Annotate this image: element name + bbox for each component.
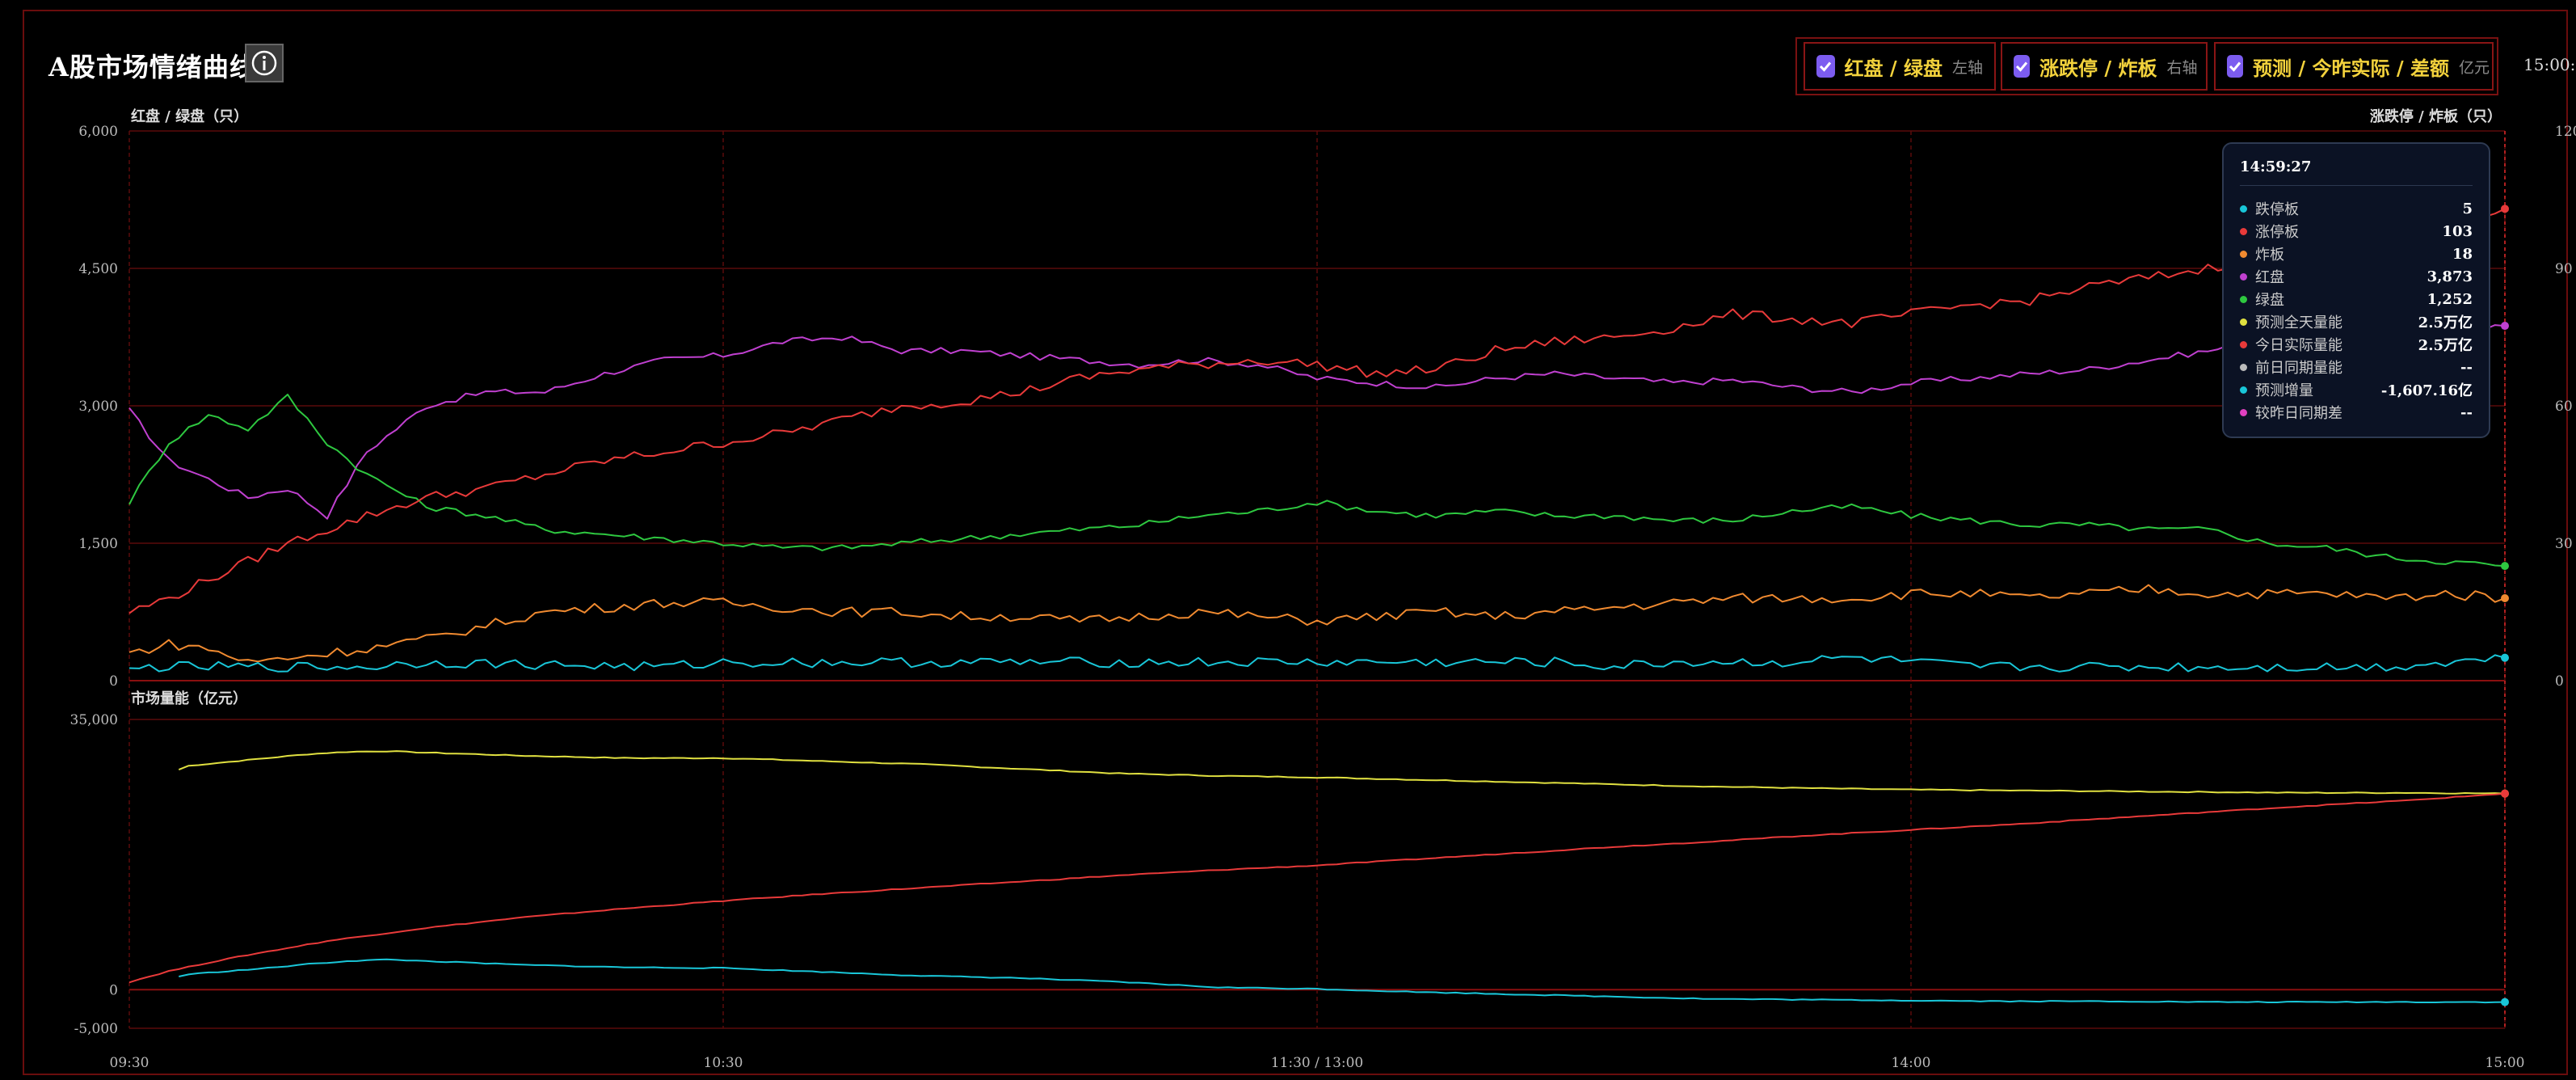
- tooltip-series-name: 红盘: [2255, 269, 2284, 286]
- tooltip-row: 跌停板 5: [2240, 197, 2473, 220]
- series-line-bottom-2: [179, 958, 2506, 1004]
- y-tick-label: 1,500: [78, 536, 118, 552]
- tooltip-series-value: 3,873: [2427, 268, 2473, 285]
- series-endpoint-top-3: [2501, 594, 2509, 602]
- tooltip-series-value: --: [2460, 358, 2473, 376]
- tooltip-series-name: 预测全天量能: [2255, 314, 2342, 331]
- y2-axis-title: 涨跌停 / 炸板（只）: [2370, 108, 2502, 125]
- x-tick-label: 14:00: [1892, 1055, 1931, 1071]
- series-endpoint-bottom-2: [2501, 998, 2509, 1006]
- tooltip-series-value: --: [2460, 403, 2473, 421]
- y-axis-title: 市场量能（亿元）: [131, 690, 247, 707]
- tooltip-row: 炸板 18: [2240, 243, 2473, 265]
- tooltip-row: 绿盘 1,252: [2240, 288, 2473, 310]
- tooltip-row: 涨停板 103: [2240, 220, 2473, 243]
- tooltip-series-value: 2.5万亿: [2418, 314, 2473, 331]
- series-endpoint-top-0: [2501, 322, 2509, 331]
- series-dot-icon: [2240, 295, 2247, 303]
- tooltip-series-name: 今日实际量能: [2255, 337, 2342, 354]
- tooltip-row: 红盘 3,873: [2240, 265, 2473, 288]
- y-tick-label: 35,000: [70, 712, 118, 728]
- y2-tick-label: 0: [2555, 673, 2564, 690]
- y-tick-label: 4,500: [78, 261, 118, 277]
- y-tick-label: 3,000: [78, 399, 118, 415]
- series-dot-icon: [2240, 363, 2247, 371]
- tooltip-series-value: 2.5万亿: [2418, 337, 2473, 354]
- series-dot-icon: [2240, 227, 2247, 235]
- y2-tick-label: 60: [2555, 399, 2573, 415]
- tooltip-row: 今日实际量能 2.5万亿: [2240, 333, 2473, 356]
- series-dot-icon: [2240, 408, 2247, 416]
- y-tick-label: 6,000: [78, 124, 118, 140]
- series-endpoint-top-2: [2501, 205, 2509, 213]
- series-dot-icon: [2240, 205, 2247, 213]
- tooltip-series-name: 跌停板: [2255, 201, 2299, 218]
- series-dot-icon: [2240, 250, 2247, 258]
- series-dot-icon: [2240, 340, 2247, 348]
- series-endpoint-top-1: [2501, 562, 2509, 571]
- tooltip-row: 前日同期量能 --: [2240, 356, 2473, 378]
- tooltip-series-name: 炸板: [2255, 247, 2284, 264]
- tooltip-series-value: 103: [2442, 222, 2473, 240]
- tooltip-series-name: 预测增量: [2255, 382, 2313, 399]
- tooltip-panel: 14:59:27 跌停板 5 涨停板 103 炸板 18 红盘 3,873 绿盘 1,252 预测全…: [2222, 142, 2490, 438]
- tooltip-series-name: 涨停板: [2255, 224, 2299, 241]
- x-tick-label: 15:00: [2486, 1055, 2525, 1071]
- x-tick-label: 10:30: [704, 1055, 743, 1071]
- y2-tick-label: 30: [2555, 536, 2573, 552]
- series-dot-icon: [2240, 318, 2247, 326]
- tooltip-row: 预测全天量能 2.5万亿: [2240, 310, 2473, 333]
- y-axis-title: 红盘 / 绿盘（只）: [131, 108, 248, 125]
- tooltip-row: 较昨日同期差 --: [2240, 401, 2473, 424]
- y2-tick-label: 120: [2555, 124, 2576, 140]
- series-endpoint-bottom-1: [2501, 789, 2509, 798]
- tooltip-series-value: 5: [2462, 200, 2473, 217]
- series-line-bottom-0: [178, 750, 2506, 795]
- tooltip-series-value: 18: [2452, 245, 2473, 263]
- series-endpoint-top-4: [2501, 653, 2509, 662]
- series-dot-icon: [2240, 272, 2247, 281]
- tooltip-series-name: 较昨日同期差: [2255, 405, 2342, 422]
- tooltip-series-name: 前日同期量能: [2255, 360, 2342, 377]
- tooltip-series-name: 绿盘: [2255, 292, 2284, 309]
- tooltip-time: 14:59:27: [2240, 158, 2473, 186]
- y2-tick-label: 90: [2555, 261, 2573, 277]
- x-tick-label: 11:30 / 13:00: [1271, 1055, 1364, 1071]
- tooltip-series-value: -1,607.16亿: [2380, 382, 2473, 399]
- tooltip-series-value: 1,252: [2427, 290, 2473, 308]
- y-tick-label: 0: [109, 673, 118, 690]
- chart-canvas[interactable]: 0 1,500 3,000 4,500 6,000 0 30 60 90 120 红盘 / 绿盘（只…: [0, 0, 2576, 1080]
- tooltip-row: 预测增量 -1,607.16亿: [2240, 378, 2473, 401]
- y-tick-label: 0: [109, 982, 118, 998]
- y-tick-label: -5,000: [74, 1021, 118, 1037]
- series-dot-icon: [2240, 386, 2247, 394]
- x-tick-label: 09:30: [110, 1055, 149, 1071]
